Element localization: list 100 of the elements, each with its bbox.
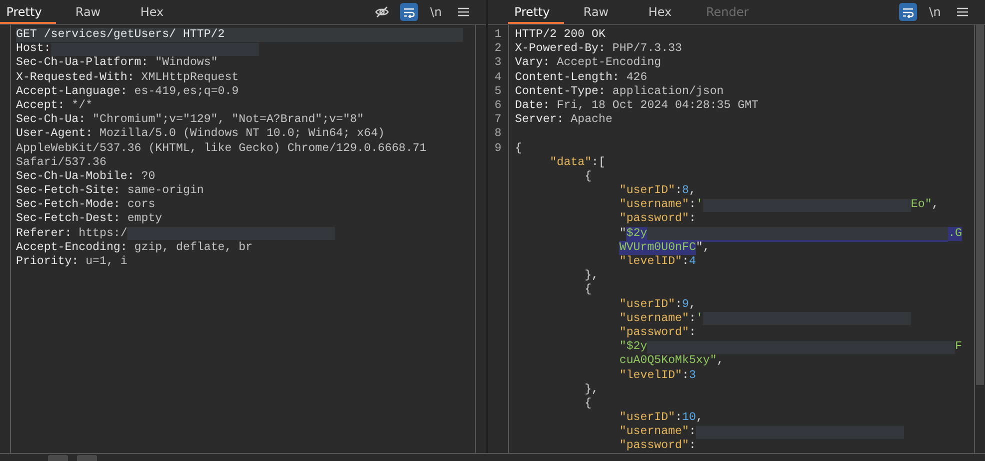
header-value: same-origin [126, 184, 204, 198]
header-value: PHP/7.3.33 [611, 42, 682, 56]
header-name: Content-Length: [515, 70, 620, 85]
newline-button[interactable]: \n [427, 3, 445, 21]
header-name: X-Requested-With: [16, 70, 134, 85]
header-name: Accept-Language: [16, 84, 128, 99]
header-value: AppleWebKit/537.36 (KHTML, like Gecko) Chrome/129.0.6668.71 [16, 142, 426, 156]
header-name: Host: [16, 42, 51, 56]
code-text: : [688, 425, 696, 440]
code-text: { [515, 142, 522, 156]
code-text: "username" [619, 312, 689, 326]
header-value: https:/ [78, 226, 128, 241]
code-text: "username" [619, 425, 689, 440]
header-value: gzip, deflate, br [133, 240, 253, 256]
code-text: }, [584, 382, 599, 397]
code-text: "userID" [619, 411, 676, 426]
code-text: 9 [682, 298, 689, 312]
header-name: Sec-Fetch-Site: [16, 184, 120, 198]
header-name: Accept: [16, 98, 65, 114]
header-value: Accept-Encoding [556, 56, 662, 71]
view-tab[interactable]: Pretty [508, 0, 564, 24]
code-text: cuA0Q5KoMk5xy" [619, 354, 717, 369]
header-value: ?0 [140, 170, 156, 184]
header-value: XMLHttpRequest [140, 70, 239, 85]
header-name: Vary: [515, 56, 550, 71]
view-tab[interactable]: Hex [120, 0, 184, 24]
code-text: $2y [626, 226, 648, 241]
view-tab[interactable]: Raw [564, 0, 628, 24]
code-text: "levelID" [619, 255, 682, 270]
header-name: Sec-Ch-Ua: [16, 113, 86, 128]
newline-button[interactable]: \n [926, 3, 944, 21]
wrap-icon[interactable] [400, 3, 418, 21]
header-name: Sec-Ch-Ua-Mobile: [16, 170, 134, 184]
header-name: Date: [515, 98, 550, 114]
line-number: 4 [494, 70, 502, 85]
code-text: : [688, 212, 696, 227]
code-text: { [584, 170, 592, 184]
code-text: 8 [682, 184, 689, 198]
code-text: , [932, 198, 939, 212]
header-value: u=1, i [84, 255, 128, 270]
header-name: Sec-Fetch-Dest: [16, 212, 120, 227]
code-text: ' [696, 312, 703, 326]
code-text: : [682, 255, 689, 270]
header-value: Safari/537.36 [16, 156, 106, 170]
code-text: { [584, 396, 592, 412]
code-text: "levelID" [619, 368, 682, 383]
header-name: Sec-Fetch-Mode: [16, 198, 120, 212]
header-value: application/json [611, 84, 724, 99]
header-value: cors [126, 198, 156, 212]
view-tab[interactable]: Pretty [0, 0, 56, 24]
code-text: "username" [619, 198, 689, 212]
code-text: "data" [550, 156, 592, 170]
code-text: : [682, 368, 689, 383]
code-text: ' [696, 198, 703, 212]
code-text: }, [584, 269, 599, 284]
line-number: 2 [494, 42, 502, 56]
header-value: 426 [625, 70, 648, 85]
code-text: : [688, 439, 696, 453]
code-text: , [689, 298, 696, 312]
code-text: , [716, 354, 724, 369]
code-text: ", [696, 240, 710, 256]
code-text: "userID" [619, 298, 676, 312]
code-text: F [955, 340, 962, 354]
line-number: 3 [494, 56, 502, 71]
code-text: "$2y [619, 340, 648, 354]
line-number: 9 [494, 142, 502, 156]
code-text: Eo" [910, 198, 932, 212]
header-name: Server: [515, 113, 564, 128]
line-number: 6 [494, 98, 502, 114]
view-tab[interactable]: Raw [56, 0, 120, 24]
code-text: "password" [619, 212, 689, 227]
header-value: "Chromium";v="129", "Not=A?Brand";v="8" [92, 113, 364, 128]
code-text: : [688, 312, 696, 326]
code-text: "password" [619, 439, 689, 453]
line-number: 5 [494, 84, 502, 99]
code-text: , [689, 184, 696, 198]
wrap-icon[interactable] [899, 3, 917, 21]
code-text: :[ [592, 156, 606, 170]
header-value: "Windows" [154, 56, 218, 71]
header-value: empty [126, 212, 162, 227]
view-tab[interactable]: Hex [628, 0, 692, 24]
header-name: Sec-Ch-Ua-Platform: [16, 56, 148, 71]
code-text: 3 [688, 368, 696, 383]
header-name: User-Agent: [16, 127, 93, 142]
code-text: "userID" [619, 184, 676, 198]
header-name: Accept-Encoding: [16, 240, 128, 256]
code-text: WVUrm0U0nFC [619, 240, 696, 256]
scrollbar-thumb[interactable] [976, 25, 984, 385]
code-text: 4 [688, 255, 696, 270]
line-number: 8 [494, 127, 502, 142]
header-name: X-Powered-By: [515, 42, 606, 56]
header-value: Mozilla/5.0 (Windows NT 10.0; Win64; x64) [98, 127, 385, 142]
code-text: .G [948, 226, 962, 241]
header-value: es-419,es;q=0.9 [133, 84, 239, 99]
line-number: 1 [494, 28, 502, 42]
code-text: : [675, 411, 682, 426]
code-text: : [688, 326, 696, 340]
code-text: : [675, 298, 682, 312]
header-value: */* [70, 98, 93, 114]
header-name: Referer: [16, 226, 72, 241]
